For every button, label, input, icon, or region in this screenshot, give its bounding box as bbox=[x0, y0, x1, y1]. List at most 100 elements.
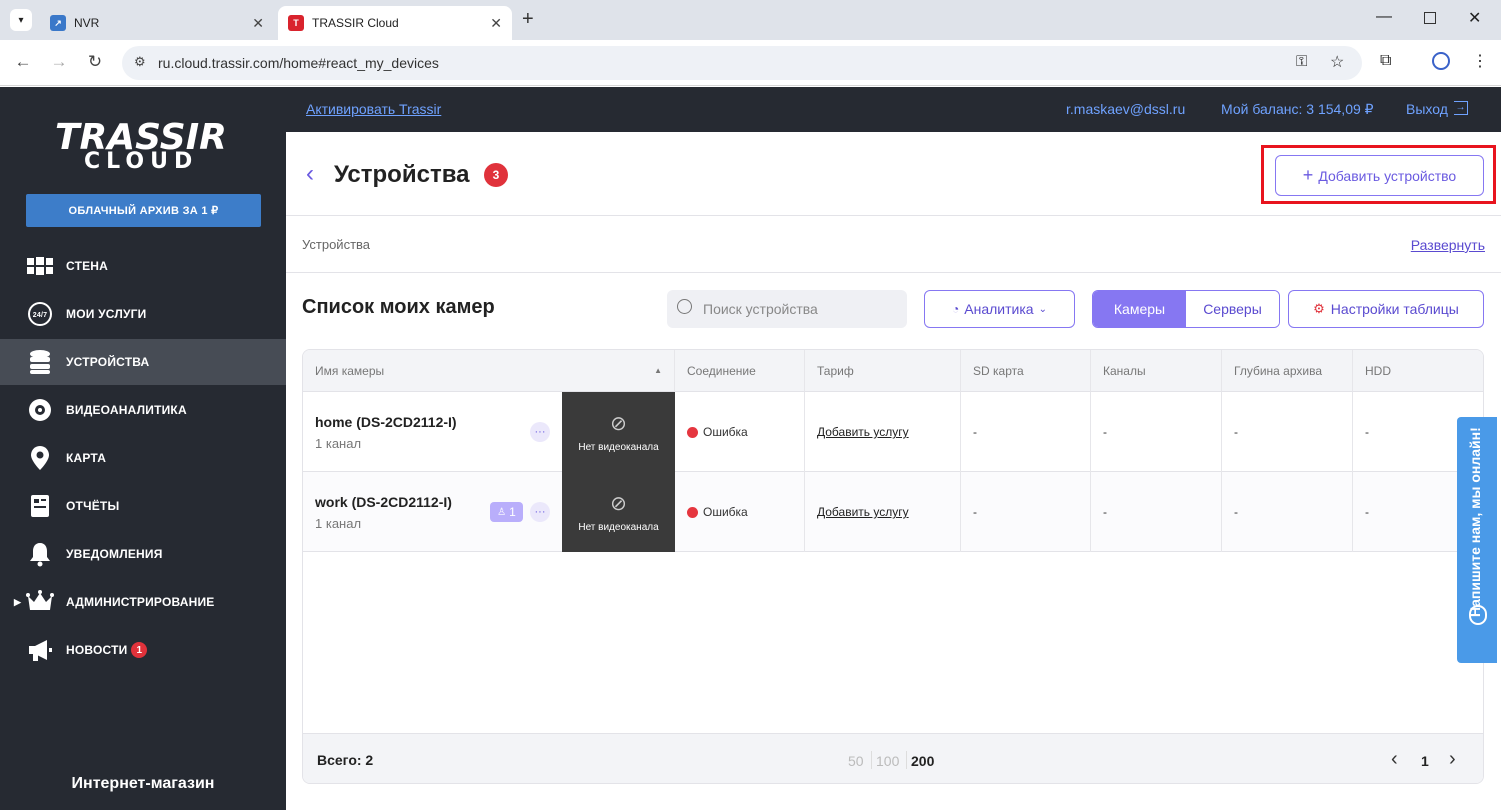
close-window-icon[interactable]: ✕ bbox=[1468, 8, 1481, 28]
sd-card-cell: - bbox=[961, 472, 1091, 552]
add-service-link[interactable]: Добавить услугу bbox=[817, 425, 909, 439]
col-label: Соединение bbox=[687, 363, 756, 378]
sidebar-item-reports[interactable]: ОТЧЁТЫ bbox=[0, 483, 286, 529]
table-footer: Всего: 2 50 100 200 ‹ 1 › bbox=[303, 733, 1483, 783]
camera-channels: 1 канал bbox=[315, 516, 362, 531]
more-options-icon[interactable]: ··· bbox=[530, 422, 550, 442]
close-tab-icon[interactable]: ✕ bbox=[252, 15, 264, 32]
sidebar-item-administration[interactable]: ▶ АДМИНИСТРИРОВАНИЕ bbox=[0, 579, 286, 625]
col-connection[interactable]: Соединение bbox=[675, 350, 805, 392]
page-title: Устройства bbox=[334, 161, 470, 188]
map-pin-icon bbox=[26, 444, 54, 472]
new-tab-icon[interactable]: + bbox=[522, 8, 534, 31]
sidebar-item-notifications[interactable]: УВЕДОМЛЕНИЯ bbox=[0, 531, 286, 577]
expand-link[interactable]: Развернуть bbox=[1411, 237, 1485, 253]
table-settings-button[interactable]: ⚙ Настройки таблицы bbox=[1288, 290, 1484, 328]
cloud-archive-promo-button[interactable]: ОБЛАЧНЫЙ АРХИВ ЗА 1 ₽ bbox=[26, 194, 261, 227]
close-tab-icon[interactable]: ✕ bbox=[490, 15, 502, 32]
sd-card-cell: - bbox=[961, 392, 1091, 472]
connection-status: Ошибка bbox=[703, 425, 748, 439]
reload-icon[interactable]: ↻ bbox=[84, 52, 106, 72]
chat-widget[interactable]: Напишите нам, мы онлайн! bbox=[1457, 417, 1497, 663]
bookmark-star-icon[interactable]: ☆ bbox=[1330, 52, 1344, 72]
back-chevron-icon[interactable]: ‹ bbox=[306, 160, 314, 188]
logout-link[interactable]: Выход bbox=[1406, 101, 1448, 117]
logout-icon[interactable]: → bbox=[1454, 101, 1468, 115]
next-page-icon[interactable]: › bbox=[1449, 748, 1456, 771]
table-row[interactable]: work (DS-2CD2112-I) 1 канал ♙ 1 ··· ⊘ Нет… bbox=[303, 472, 1483, 552]
col-label: HDD bbox=[1365, 363, 1391, 378]
address-bar[interactable]: ⚙ ru.cloud.trassir.com/home#react_my_dev… bbox=[122, 46, 1362, 80]
site-info-icon[interactable]: ⚙ bbox=[134, 54, 146, 70]
extensions-icon[interactable]: ⧉ bbox=[1380, 52, 1391, 70]
sort-asc-icon[interactable]: ▲ bbox=[654, 366, 662, 375]
page-size-100[interactable]: 100 bbox=[876, 753, 899, 769]
sidebar-item-devices[interactable]: УСТРОЙСТВА bbox=[0, 339, 286, 385]
back-arrow-icon[interactable]: ← bbox=[12, 52, 34, 72]
user-icon: ♙ bbox=[497, 506, 507, 518]
col-camera-name[interactable]: Имя камеры ▲ bbox=[303, 350, 675, 392]
camera-list-title: Список моих камер bbox=[302, 296, 495, 318]
database-icon bbox=[26, 348, 54, 376]
tab-search-button[interactable]: ▾ bbox=[10, 9, 32, 31]
tab-cameras[interactable]: Камеры bbox=[1093, 291, 1186, 327]
tab-servers[interactable]: Серверы bbox=[1186, 291, 1279, 327]
device-search-input[interactable]: Поиск устройства bbox=[667, 290, 907, 328]
browser-menu-icon[interactable]: ⋮ bbox=[1472, 51, 1488, 71]
megaphone-icon bbox=[26, 636, 54, 664]
user-email-link[interactable]: r.maskaev@dssl.ru bbox=[1066, 101, 1185, 117]
page-size-50[interactable]: 50 bbox=[848, 753, 864, 769]
sidebar-item-label: СТЕНА bbox=[66, 259, 109, 273]
col-label: Глубина архива bbox=[1234, 363, 1323, 378]
sidebar-item-label: МОИ УСЛУГИ bbox=[66, 307, 147, 321]
col-hdd[interactable]: HDD bbox=[1353, 350, 1483, 392]
forward-arrow-icon[interactable]: → bbox=[48, 52, 70, 72]
activate-trassir-link[interactable]: Активировать Trassir bbox=[306, 101, 441, 117]
tab-nvr[interactable]: ↗ NVR ✕ bbox=[40, 6, 274, 40]
page-size-200[interactable]: 200 bbox=[911, 753, 934, 769]
balance-link[interactable]: Мой баланс: 3 154,09 ₽ bbox=[1221, 101, 1374, 118]
col-tariff[interactable]: Тариф bbox=[805, 350, 961, 392]
password-key-icon[interactable]: ⚿ bbox=[1296, 53, 1307, 70]
profile-icon[interactable] bbox=[1432, 52, 1450, 70]
shared-users-badge[interactable]: ♙ 1 bbox=[490, 502, 523, 522]
sidebar-item-label: ОТЧЁТЫ bbox=[66, 499, 120, 513]
expand-arrow-icon[interactable]: ▶ bbox=[14, 597, 21, 608]
col-sd-card[interactable]: SD карта bbox=[961, 350, 1091, 392]
minimize-window-icon[interactable]: — bbox=[1376, 8, 1392, 26]
sidebar-item-services[interactable]: 24/7 МОИ УСЛУГИ bbox=[0, 291, 286, 337]
sidebar-item-analytics[interactable]: ВИДЕОАНАЛИТИКА bbox=[0, 387, 286, 433]
camera-name[interactable]: home (DS-2CD2112-I) bbox=[315, 414, 457, 430]
video-thumbnail[interactable]: ⊘ Нет видеоканала bbox=[562, 472, 675, 552]
page-size-divider bbox=[871, 751, 872, 769]
connection-status: Ошибка bbox=[703, 505, 748, 519]
tab-trassir-cloud[interactable]: T TRASSIR Cloud ✕ bbox=[278, 6, 512, 40]
more-options-icon[interactable]: ··· bbox=[530, 502, 550, 522]
chat-widget-label: Напишите нам, мы онлайн! bbox=[1467, 427, 1483, 617]
prev-page-icon[interactable]: ‹ bbox=[1391, 748, 1398, 771]
add-service-link[interactable]: Добавить услугу bbox=[817, 505, 909, 519]
browser-tab-bar: ▾ ↗ NVR ✕ T TRASSIR Cloud ✕ + — ✕ bbox=[0, 0, 1501, 40]
online-shop-link[interactable]: Интернет-магазин bbox=[0, 775, 286, 793]
sidebar-item-map[interactable]: КАРТА bbox=[0, 435, 286, 481]
sidebar-item-wall[interactable]: СТЕНА bbox=[0, 243, 286, 289]
analytics-icon: ◔ bbox=[952, 302, 960, 316]
sidebar-item-news[interactable]: НОВОСТИ 1 bbox=[0, 627, 286, 673]
col-archive-depth[interactable]: Глубина архива bbox=[1222, 350, 1353, 392]
camera-name[interactable]: work (DS-2CD2112-I) bbox=[315, 494, 452, 510]
table-row[interactable]: home (DS-2CD2112-I) 1 канал ··· ⊘ Нет ви… bbox=[303, 392, 1483, 472]
error-status-dot bbox=[687, 426, 698, 438]
eye-off-icon: ⊘ bbox=[610, 413, 627, 435]
breadcrumb-devices: Устройства bbox=[302, 237, 371, 252]
col-channels[interactable]: Каналы bbox=[1091, 350, 1222, 392]
analytics-dropdown-button[interactable]: ◔ Аналитика ⌄ bbox=[924, 290, 1075, 328]
tab-label: TRASSIR Cloud bbox=[312, 16, 399, 30]
maximize-window-icon[interactable] bbox=[1424, 12, 1436, 24]
sidebar-item-label: УСТРОЙСТВА bbox=[66, 355, 150, 369]
current-page[interactable]: 1 bbox=[1421, 753, 1429, 769]
tab-label: NVR bbox=[74, 16, 100, 30]
connection-cell: Ошибка bbox=[675, 392, 805, 472]
table-settings-label: Настройки таблицы bbox=[1330, 301, 1459, 317]
video-thumbnail[interactable]: ⊘ Нет видеоканала bbox=[562, 392, 675, 472]
sidebar-item-label: КАРТА bbox=[66, 451, 107, 465]
